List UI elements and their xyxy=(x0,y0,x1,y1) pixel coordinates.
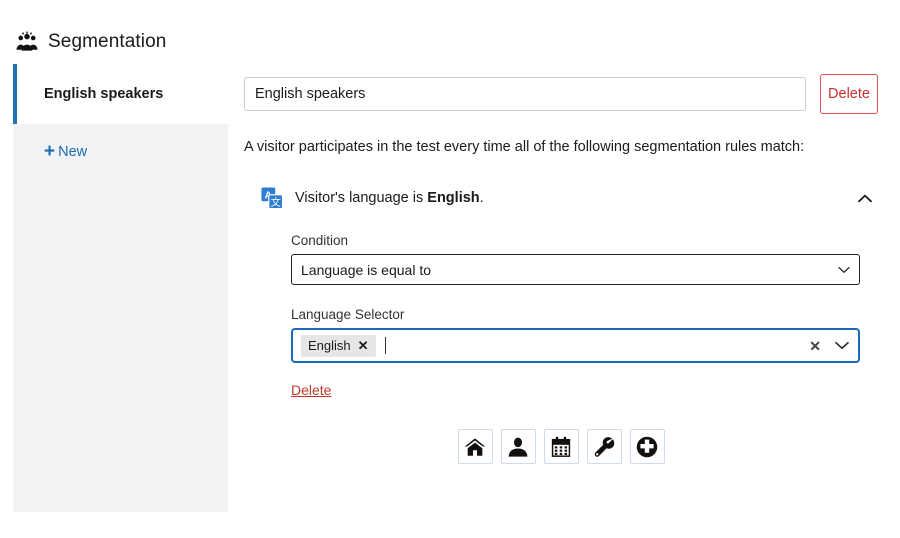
rule-title-suffix: . xyxy=(479,190,484,206)
segmentation-rule: A 文 Visitor's language is English. xyxy=(244,185,878,400)
close-icon[interactable]: ✕ xyxy=(358,338,369,354)
sidebar-item-label: New xyxy=(58,144,88,160)
rule-title-prefix: Visitor's language is xyxy=(295,190,428,206)
calendar-icon xyxy=(550,436,572,458)
wrench-icon xyxy=(593,436,615,458)
condition-select[interactable]: Language is equal to xyxy=(291,254,860,285)
delete-rule-link[interactable]: Delete xyxy=(291,382,331,398)
home-button[interactable] xyxy=(457,429,493,464)
chevron-down-icon[interactable] xyxy=(835,341,849,350)
svg-text:文: 文 xyxy=(271,196,281,209)
plus-circle-button[interactable] xyxy=(629,429,665,464)
rule-title-value: English xyxy=(427,190,480,206)
delete-segment-button[interactable]: Delete xyxy=(820,74,878,114)
sidebar-item-new[interactable]: + New xyxy=(13,124,228,180)
condition-label: Condition xyxy=(291,233,349,248)
person-button[interactable] xyxy=(500,429,536,464)
main-layout: English speakers + New Delete A visitor … xyxy=(0,64,900,512)
segment-editor-panel: Delete A visitor participates in the tes… xyxy=(228,64,900,512)
person-icon xyxy=(507,436,529,458)
text-cursor xyxy=(384,337,386,354)
page-title: Segmentation xyxy=(48,31,167,52)
language-chip[interactable]: English ✕ xyxy=(301,334,376,357)
rule-title: Visitor's language is English. xyxy=(295,190,840,206)
multiselect-actions: ✕ xyxy=(809,330,849,361)
group-people-icon xyxy=(16,31,38,53)
sidebar-item-english-speakers[interactable]: English speakers xyxy=(13,64,228,124)
language-multiselect[interactable]: English ✕ ✕ xyxy=(291,328,860,363)
segment-list-sidebar: English speakers + New xyxy=(13,64,228,512)
rule-collapse-toggle[interactable] xyxy=(852,185,878,211)
segment-name-row: Delete xyxy=(244,64,878,124)
condition-select-wrapper: Language is equal to xyxy=(291,254,860,285)
rule-body: Condition Language is equal to Language … xyxy=(244,233,878,400)
language-selector-label: Language Selector xyxy=(291,307,405,322)
page-header: Segmentation xyxy=(0,0,900,52)
rule-header: A 文 Visitor's language is English. xyxy=(244,185,878,211)
intro-text: A visitor participates in the test every… xyxy=(244,139,805,155)
close-icon[interactable]: ✕ xyxy=(809,339,821,353)
calendar-button[interactable] xyxy=(543,429,579,464)
icon-toolbar xyxy=(244,429,878,464)
chevron-up-icon xyxy=(858,191,872,206)
translate-icon: A 文 xyxy=(261,187,283,209)
home-icon xyxy=(464,436,486,458)
segment-name-input[interactable] xyxy=(244,77,806,111)
wrench-button[interactable] xyxy=(586,429,622,464)
plus-icon: + xyxy=(44,140,56,162)
plus-circle-icon xyxy=(636,436,658,458)
language-chip-label: English xyxy=(308,337,351,353)
sidebar-item-label: English speakers xyxy=(44,86,164,102)
